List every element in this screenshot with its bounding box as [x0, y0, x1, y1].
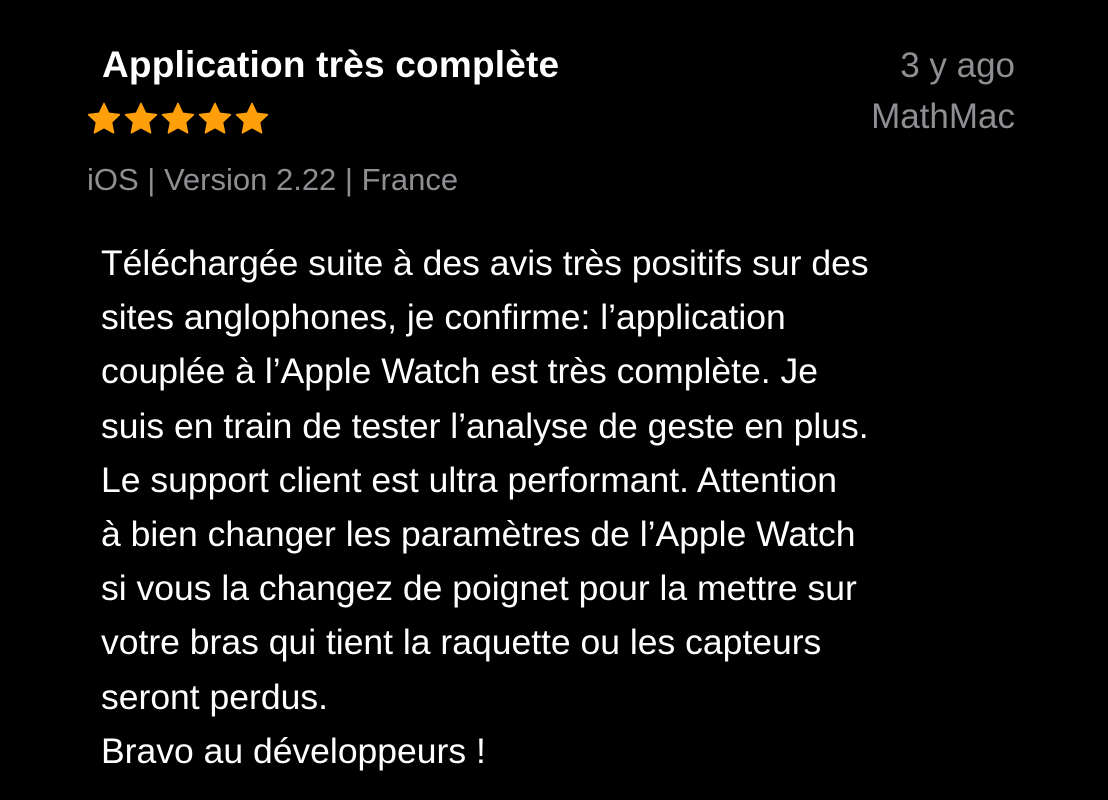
- review-author: MathMac: [871, 97, 1015, 136]
- review-body-line: Téléchargée suite à des avis très positi…: [101, 243, 869, 283]
- review-body-line: Le support client est ultra performant. …: [101, 459, 838, 500]
- review-title: Application très complète: [102, 44, 560, 85]
- review-body-line: à bien changer les paramètres de l’Apple…: [101, 513, 856, 554]
- review-body: Téléchargée suite à des avis très positi…: [101, 236, 1041, 778]
- review-card: Application très complète 3 y ago MathMa…: [0, 0, 1108, 800]
- star-icon: [87, 102, 121, 134]
- star-icon: [161, 102, 195, 134]
- star-icon: [124, 102, 158, 134]
- star-icon: [235, 102, 269, 134]
- review-body-line: votre bras qui tient la raquette ou les …: [101, 622, 822, 663]
- star-icon: [198, 102, 232, 134]
- review-body-line: sites anglophones, je confirme: l’applic…: [101, 297, 786, 338]
- review-body-line: couplée à l’Apple Watch est très complèt…: [101, 351, 818, 392]
- review-body-line: seront perdus.: [101, 676, 328, 717]
- review-body-line: suis en train de tester l’analyse de ges…: [101, 405, 869, 446]
- review-body-line: si vous la changez de poignet pour la me…: [101, 568, 857, 609]
- review-meta: iOS | Version 2.22 | France: [87, 162, 459, 197]
- review-date: 3 y ago: [900, 46, 1015, 85]
- review-body-line: Bravo au développeurs !: [101, 730, 486, 771]
- star-rating: [86, 101, 270, 139]
